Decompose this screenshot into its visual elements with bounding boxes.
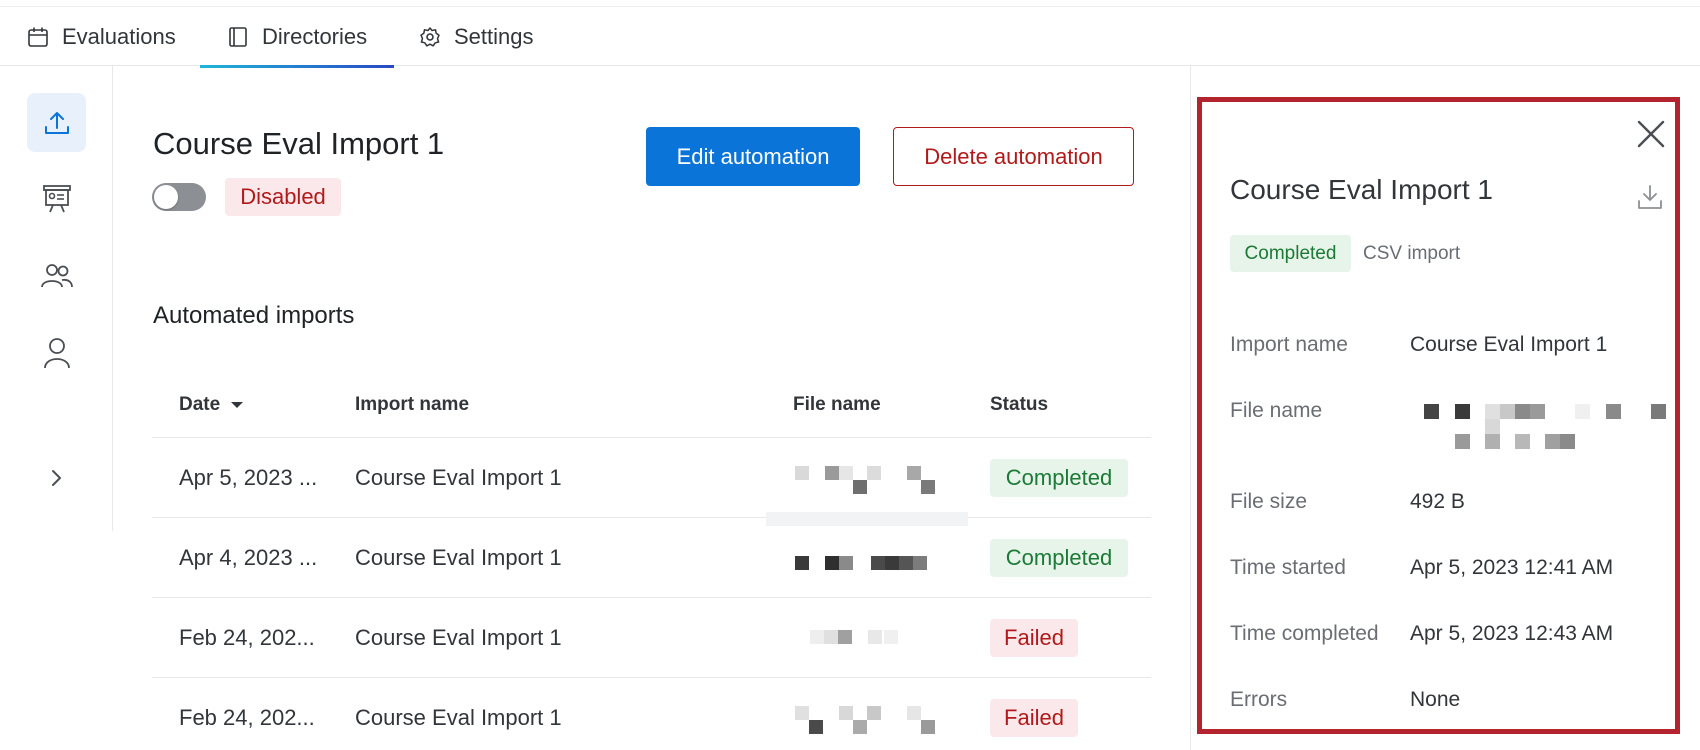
cell-import-name: Course Eval Import 1 [355,625,562,650]
automation-title: Course Eval Import 1 [153,126,445,161]
gear-icon [420,27,440,47]
cell-date: Apr 4, 2023 ... [179,545,318,570]
table-row[interactable]: Feb 24, 202... Course Eval Import 1 Fail… [152,597,1151,677]
tab-label: Directories [262,24,368,49]
detail-label-file-size: File size [1230,490,1308,513]
users-icon [40,263,73,287]
panel-status-badge: Completed [1230,235,1351,272]
column-header-file-name[interactable]: File name [793,394,881,416]
cell-import-name: Course Eval Import 1 [355,465,562,490]
upload-icon [44,111,69,134]
rail-expand-button[interactable] [27,448,86,507]
automation-enabled-toggle[interactable] [152,183,206,211]
detail-value-time-started: Apr 5, 2023 12:41 AM [1410,556,1614,579]
detail-value-file-size: 492 B [1410,490,1465,513]
detail-label-import-name: Import name [1230,333,1348,356]
rail-person-button[interactable] [27,323,86,382]
user-icon [43,337,70,368]
panel-title: Course Eval Import 1 [1230,174,1493,205]
rail-courses-button[interactable] [27,169,86,228]
tab-evaluations[interactable]: Evaluations [27,7,176,67]
column-header-label: Date [179,394,221,415]
column-header-import-name[interactable]: Import name [355,394,469,416]
left-rail [0,66,113,531]
column-header-status[interactable]: Status [990,394,1048,416]
close-panel-button[interactable] [1636,119,1666,149]
detail-label-time-completed: Time completed [1230,622,1379,645]
status-badge: Failed [990,699,1078,737]
detail-label-file-name: File name [1230,399,1323,422]
toggle-knob [154,185,178,209]
status-badge: Completed [990,539,1128,577]
rail-imports-button[interactable] [27,93,86,152]
detail-label-errors: Errors [1230,688,1288,711]
edit-automation-button[interactable]: Edit automation [646,127,860,186]
download-icon [1638,185,1662,209]
panel-import-type: CSV import [1363,243,1461,264]
download-button[interactable] [1635,182,1665,212]
detail-value-import-name: Course Eval Import 1 [1410,333,1608,356]
cell-import-name: Course Eval Import 1 [355,545,562,570]
directory-book-icon [229,27,247,47]
detail-label-time-started: Time started [1230,556,1346,579]
table-row[interactable]: Feb 24, 202... Course Eval Import 1 Fail… [152,677,1151,750]
cell-date: Apr 5, 2023 ... [179,465,318,490]
tab-label: Evaluations [62,24,176,49]
top-nav: Evaluations Directories Settings [0,6,1700,68]
tab-label: Settings [454,24,534,49]
cell-date: Feb 24, 202... [179,705,315,730]
status-badge: Completed [990,459,1128,497]
tab-settings[interactable]: Settings [419,7,534,67]
cell-date: Feb 24, 202... [179,625,315,650]
presentation-icon [42,184,71,212]
calendar-icon [28,27,48,47]
chevron-right-icon [51,469,61,486]
delete-automation-button[interactable]: Delete automation [893,127,1134,186]
table-row[interactable]: Apr 5, 2023 ... Course Eval Import 1 Com… [152,437,1151,517]
active-tab-indicator [200,65,395,68]
status-badge: Failed [990,619,1078,657]
column-header-date[interactable]: Date [179,394,244,416]
disabled-status-badge: Disabled [225,178,341,216]
section-title-automated-imports: Automated imports [153,302,355,329]
panel-divider [1190,66,1191,750]
detail-value-time-completed: Apr 5, 2023 12:43 AM [1410,622,1614,645]
close-icon [1637,120,1665,148]
rail-groups-button[interactable] [27,246,86,305]
tab-directories[interactable]: Directories [200,7,395,68]
cell-import-name: Course Eval Import 1 [355,705,562,730]
sort-descending-icon [231,402,244,408]
detail-value-errors: None [1410,688,1461,711]
table-row[interactable]: Apr 4, 2023 ... Course Eval Import 1 Com… [152,517,1151,597]
row-divider-shading [766,512,968,526]
